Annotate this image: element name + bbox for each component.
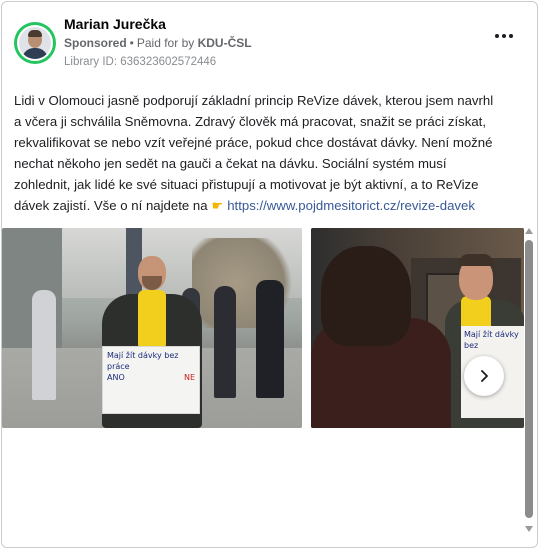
post-text-line: a včera ji schválila Sněmovna. Zdravý čl… (14, 114, 487, 129)
post-text-last-line: dávek zajistí. Vše o ní najdete na ☛ https… (14, 195, 522, 216)
carousel-photo[interactable]: Mají žít dávky bez práce ANO NE (2, 228, 302, 428)
author-name[interactable]: Marian Jurečka (64, 16, 166, 32)
library-id: Library ID: 636323602572446 (64, 56, 217, 68)
post-text-line: dávek zajistí. Vše o ní najdete na (14, 198, 208, 213)
scrollbar[interactable] (523, 228, 535, 538)
post-header: Marian Jurečka Sponsored • Paid for by KDU… (14, 16, 525, 72)
post-text-line: Lidi v Olomouci jasně podporují základní… (14, 93, 494, 108)
scroll-up-arrow-icon[interactable] (525, 228, 533, 234)
revize-link[interactable]: https://www.pojdmesitorict.cz/revize-dav… (227, 198, 475, 213)
more-horizontal-icon (495, 34, 499, 38)
sign-text: Mají žít dávky bez (464, 330, 519, 350)
paid-for-prefix: Paid for by (136, 36, 195, 50)
scroll-down-arrow-icon[interactable] (525, 526, 533, 532)
avatar-image (17, 25, 53, 61)
sign-no: NE (183, 373, 195, 382)
sponsored-post-card: Marian Jurečka Sponsored • Paid for by KDU… (1, 1, 538, 548)
separator-dot: • (129, 36, 134, 50)
scroll-thumb[interactable] (525, 240, 533, 518)
post-text-line: rekvalifikovat se nebo vzít veřejné prác… (14, 135, 493, 150)
post-text: Lidi v Olomouci jasně podporují základní… (14, 90, 522, 216)
more-options-button[interactable] (493, 28, 515, 44)
post-text-line: nechat někoho jen sedět na gauči a čekat… (14, 156, 447, 171)
chevron-right-icon (481, 370, 488, 382)
post-text-line: zohlednit, jak lidé ke své situaci přist… (14, 177, 479, 192)
media-carousel[interactable]: Mají žít dávky bez práce ANO NE Mají žít … (2, 228, 524, 428)
protest-sign: Mají žít dávky bez práce ANO NE (102, 346, 200, 414)
carousel-next-button[interactable] (464, 356, 504, 396)
pointing-right-icon: ☛ (211, 198, 224, 213)
avatar[interactable] (14, 22, 56, 64)
carousel-photo[interactable]: Mají žít dávky bez (311, 228, 524, 428)
paid-by-name[interactable]: KDU-ČSL (198, 36, 252, 50)
sponsored-label: Sponsored (64, 36, 127, 50)
sign-text: Mají žít dávky bez práce (107, 351, 179, 371)
sign-yes: ANO (107, 373, 125, 382)
sponsored-meta: Sponsored • Paid for by KDU-ČSL (64, 36, 252, 50)
